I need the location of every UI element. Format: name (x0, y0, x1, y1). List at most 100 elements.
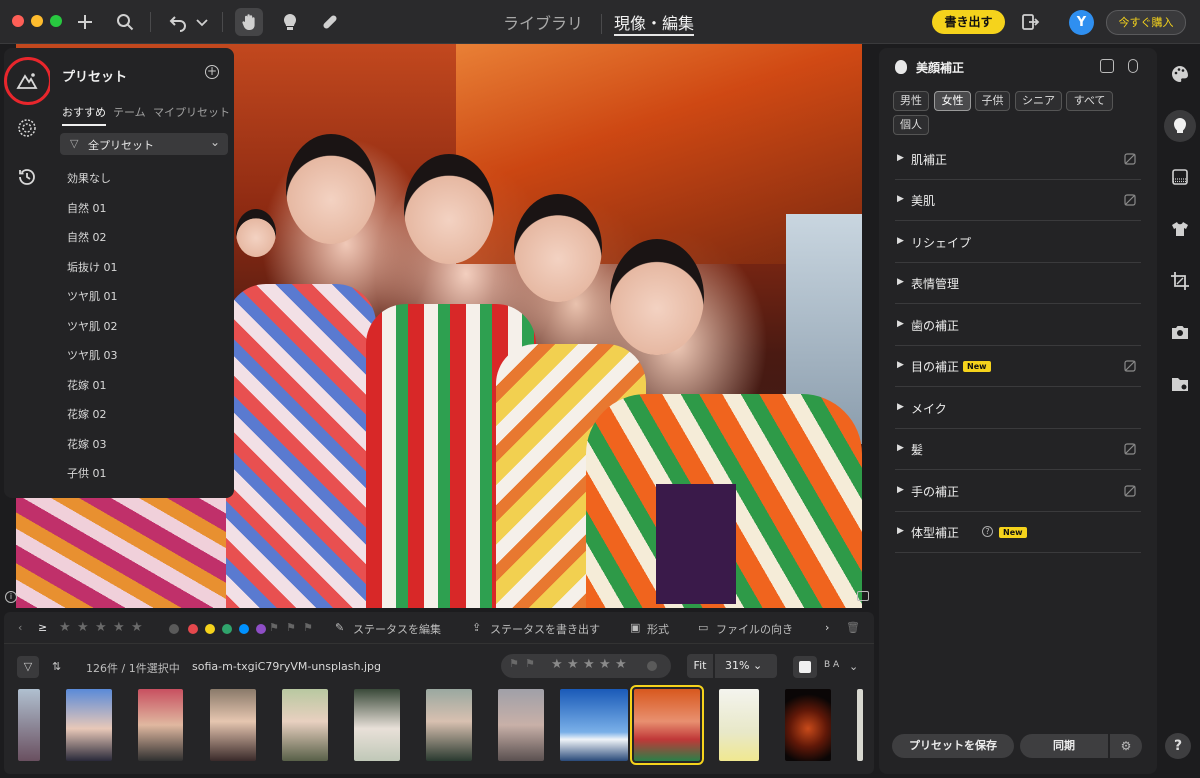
star-icon[interactable]: ★ (599, 657, 611, 672)
palette-icon[interactable] (1168, 62, 1192, 86)
flag-icon[interactable]: ⚑ (303, 621, 313, 634)
close-window-button[interactable] (12, 15, 24, 27)
section-reshape[interactable]: ▶ リシェイプ (895, 222, 1141, 263)
color-label-none[interactable] (169, 624, 179, 634)
star-icon[interactable]: ★ (567, 657, 579, 672)
file-orientation-button[interactable]: ファイルの向き (716, 621, 793, 637)
color-label-dot[interactable] (188, 624, 198, 634)
flag-icon[interactable]: ⚑ (269, 621, 279, 634)
folder-settings-icon[interactable] (1168, 372, 1192, 396)
fit-button[interactable]: Fit (687, 654, 713, 678)
compare-button[interactable]: B A (824, 660, 839, 670)
face-retouch-icon[interactable] (276, 8, 304, 36)
section-skin[interactable]: ▶ 肌補正 (895, 139, 1141, 180)
preset-item[interactable]: ツヤ肌 02 (67, 318, 118, 334)
section-teeth[interactable]: ▶ 歯の補正 (895, 305, 1141, 346)
filmstrip-thumbnail[interactable] (282, 689, 328, 761)
tab-library[interactable]: ライブラリ (503, 10, 583, 36)
filmstrip-thumbnail[interactable] (426, 689, 472, 761)
filter-icon[interactable]: ▽ (17, 656, 39, 678)
filmstrip-thumbnail[interactable] (560, 689, 628, 761)
avatar[interactable]: Y (1069, 10, 1094, 35)
minimize-window-button[interactable] (31, 15, 43, 27)
filmstrip-thumbnail[interactable] (210, 689, 256, 761)
star-icon[interactable]: ★ (615, 657, 627, 672)
color-label-dot[interactable] (222, 624, 232, 634)
color-label-dot[interactable] (205, 624, 215, 634)
save-preset-button[interactable]: プリセットを保存 (892, 734, 1014, 758)
flag-icon[interactable]: ⚑ (525, 657, 535, 670)
section-eyes[interactable]: ▶ 目の補正 New (895, 346, 1141, 387)
flag-icon[interactable]: ⚑ (286, 621, 296, 634)
zoom-window-button[interactable] (50, 15, 62, 27)
search-icon[interactable] (111, 8, 139, 36)
help-button[interactable]: ? (1165, 733, 1191, 759)
flag-icon[interactable]: ⚑ (509, 657, 519, 670)
chevron-down-icon[interactable] (192, 8, 212, 36)
section-body[interactable]: ▶ 体型補正 ? New (895, 512, 1141, 553)
filmstrip-thumbnail[interactable] (138, 689, 183, 761)
sort-icon[interactable]: ⇅ (52, 660, 61, 673)
star-icon[interactable]: ★ (113, 620, 125, 635)
hand-tool-icon[interactable] (235, 8, 263, 36)
section-expression[interactable]: ▶ 表情管理 (895, 263, 1141, 304)
star-icon[interactable]: ★ (77, 620, 89, 635)
star-icon[interactable]: ★ (131, 620, 143, 635)
preset-filter-dropdown[interactable]: ▽ 全プリセット ⌄ (60, 133, 228, 155)
chevron-down-icon[interactable]: ⌄ (849, 660, 858, 673)
color-label-dot[interactable] (239, 624, 249, 634)
filmstrip-thumbnail[interactable] (785, 689, 831, 761)
eraser-icon[interactable] (1123, 359, 1137, 373)
camera-icon[interactable] (1168, 320, 1192, 344)
chevron-right-icon[interactable]: › (825, 621, 829, 634)
color-label-none[interactable] (647, 661, 657, 671)
tshirt-icon[interactable] (1168, 217, 1192, 241)
preset-item[interactable]: ツヤ肌 01 (67, 288, 118, 304)
buy-now-button[interactable]: 今すぐ購入 (1106, 10, 1186, 35)
section-makeup[interactable]: ▶ メイク (895, 388, 1141, 429)
chevron-left-icon[interactable]: ‹ (18, 621, 22, 634)
preset-item[interactable]: 自然 02 (67, 229, 107, 245)
chip-individual[interactable]: 個人 (893, 115, 929, 135)
star-icon[interactable]: ★ (551, 657, 563, 672)
tab-develop[interactable]: 現像・編集 (614, 10, 695, 36)
bandage-icon[interactable] (316, 8, 344, 36)
eraser-icon[interactable] (1123, 193, 1137, 207)
preset-item[interactable]: 花嫁 01 (67, 377, 107, 393)
section-hands[interactable]: ▶ 手の補正 (895, 471, 1141, 512)
effects-dots-icon[interactable] (14, 115, 40, 141)
eraser-icon[interactable] (1123, 484, 1137, 498)
history-icon[interactable] (14, 164, 40, 190)
preset-item[interactable]: 垢抜け 01 (67, 259, 118, 275)
filmstrip-thumbnail-selected[interactable] (630, 685, 704, 765)
plus-icon[interactable] (71, 8, 99, 36)
preset-item[interactable]: 効果なし (67, 170, 111, 186)
chip-female[interactable]: 女性 (934, 91, 971, 111)
format-button[interactable]: 形式 (647, 621, 669, 637)
eraser-icon[interactable] (1123, 442, 1137, 456)
filmstrip-thumbnail[interactable] (498, 689, 544, 761)
texture-icon[interactable] (1168, 165, 1192, 189)
edit-status-button[interactable]: ステータスを編集 (353, 621, 441, 637)
crop-icon[interactable] (1168, 269, 1192, 293)
filmstrip-thumbnail[interactable] (66, 689, 112, 761)
face-detect-icon[interactable] (1100, 59, 1114, 73)
tab-my-presets[interactable]: マイプリセット (153, 104, 230, 120)
sign-out-icon[interactable] (1016, 8, 1044, 36)
undo-icon[interactable] (164, 8, 192, 36)
preset-item[interactable]: 子供 01 (67, 465, 107, 481)
rating-filter-pill[interactable]: ⚑ ⚑ ★ ★ ★ ★ ★ (501, 654, 671, 678)
filmstrip-thumbnail[interactable] (18, 689, 40, 761)
filmstrip-thumbnail[interactable] (719, 689, 759, 761)
info-icon[interactable]: i (5, 591, 17, 603)
single-view-button[interactable] (793, 656, 817, 678)
chip-all[interactable]: すべて (1066, 91, 1113, 111)
trash-icon[interactable]: 🗑 (846, 621, 860, 634)
sync-settings-icon[interactable]: ⚙ (1110, 734, 1142, 758)
section-hair[interactable]: ▶ 髪 (895, 429, 1141, 470)
filmstrip-thumbnail[interactable] (857, 689, 863, 761)
preset-item[interactable]: ツヤ肌 03 (67, 347, 118, 363)
add-preset-icon[interactable]: + (205, 65, 219, 79)
color-label-dot[interactable] (256, 624, 266, 634)
star-icon[interactable]: ★ (583, 657, 595, 672)
